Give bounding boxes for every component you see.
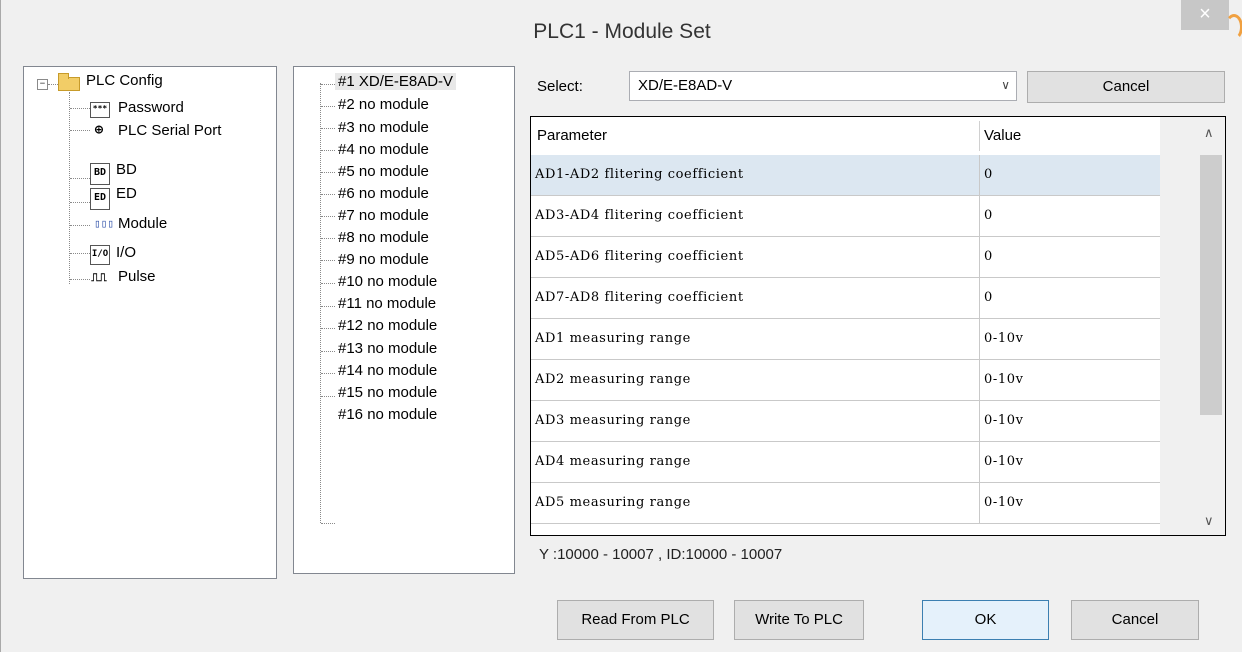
tree-item-password[interactable]: Password <box>118 99 184 116</box>
parameter-cell: AD5-AD6 flitering coefficient <box>535 249 744 264</box>
module-icon: ▯▯▯ <box>94 217 114 232</box>
module-slot-item[interactable]: #16 no module <box>338 406 437 423</box>
scrollbar-thumb[interactable] <box>1200 155 1222 415</box>
window-title: PLC1 - Module Set <box>533 20 711 43</box>
value-cell[interactable]: 0 <box>984 249 993 264</box>
tree-item-bd[interactable]: BD <box>116 161 137 178</box>
value-cell[interactable]: 0 <box>984 167 993 182</box>
grid-row[interactable]: AD4 measuring range 0-10v <box>531 442 1160 483</box>
module-slot-item[interactable]: #2 no module <box>338 96 429 113</box>
serial-port-icon: ⊕ <box>90 123 108 138</box>
close-icon: × <box>1199 3 1211 25</box>
module-set-dialog: PLC1 - Module Set × − PLC Config *** Pas… <box>0 0 1242 652</box>
close-button[interactable]: × <box>1181 0 1229 30</box>
parameter-cell: AD5 measuring range <box>535 495 691 510</box>
chevron-down-icon: ∨ <box>1001 78 1010 92</box>
module-slot-item[interactable]: #10 no module <box>338 273 437 290</box>
value-cell[interactable]: 0 <box>984 290 993 305</box>
grid-row[interactable]: AD5-AD6 flitering coefficient 0 <box>531 237 1160 278</box>
parameter-cell: AD7-AD8 flitering coefficient <box>535 290 744 305</box>
grid-row[interactable]: AD7-AD8 flitering coefficient 0 <box>531 278 1160 319</box>
scroll-down-icon[interactable]: ∨ <box>1204 513 1214 529</box>
value-cell[interactable]: 0 <box>984 208 993 223</box>
tree-item-pulse[interactable]: Pulse <box>118 268 156 285</box>
parameter-cell: AD2 measuring range <box>535 372 691 387</box>
parameter-cell: AD1-AD2 flitering coefficient <box>535 167 744 182</box>
module-slot-item[interactable]: #6 no module <box>338 185 429 202</box>
parameter-cell: AD1 measuring range <box>535 331 691 346</box>
grid-row[interactable]: AD3-AD4 flitering coefficient 0 <box>531 196 1160 237</box>
cancel-button[interactable]: Cancel <box>1071 600 1199 640</box>
module-slot-item[interactable]: #4 no module <box>338 141 429 158</box>
column-header-parameter[interactable]: Parameter <box>537 127 607 144</box>
bd-icon: BD <box>90 163 110 185</box>
tree-item-ed[interactable]: ED <box>116 185 137 202</box>
config-tree: − PLC Config *** Password ⊕ PLC Serial P… <box>23 66 277 579</box>
module-slot-item[interactable]: #8 no module <box>338 229 429 246</box>
ed-icon: ED <box>90 188 110 210</box>
tree-item-module[interactable]: Module <box>118 215 167 232</box>
vertical-scrollbar[interactable]: ∧ ∨ <box>1198 117 1225 535</box>
collapse-icon[interactable]: − <box>37 79 48 90</box>
tree-root-plc-config[interactable]: PLC Config <box>86 72 163 89</box>
parameter-cell: AD3 measuring range <box>535 413 691 428</box>
cancel-select-button[interactable]: Cancel <box>1027 71 1225 103</box>
grid-row[interactable]: AD2 measuring range 0-10v <box>531 360 1160 401</box>
corner-decoration <box>1225 14 1242 40</box>
grid-header: Parameter Value <box>531 117 1160 156</box>
value-cell[interactable]: 0-10v <box>984 331 1024 346</box>
value-cell[interactable]: 0-10v <box>984 454 1024 469</box>
module-type-select[interactable]: XD/E-E8AD-V ∨ <box>629 71 1017 101</box>
module-slot-item[interactable]: #7 no module <box>338 207 429 224</box>
module-type-value: XD/E-E8AD-V <box>638 77 733 94</box>
tree-item-io[interactable]: I/O <box>116 244 136 261</box>
folder-icon <box>58 73 80 91</box>
io-icon: I/O <box>90 245 110 265</box>
value-cell[interactable]: 0-10v <box>984 413 1024 428</box>
module-slot-item[interactable]: #11 no module <box>338 295 436 312</box>
module-slot-item[interactable]: #12 no module <box>338 317 437 334</box>
column-header-value[interactable]: Value <box>984 127 1021 144</box>
parameter-cell: AD3-AD4 flitering coefficient <box>535 208 744 223</box>
pulse-icon: ⎍⎍ <box>90 271 108 286</box>
scroll-up-icon[interactable]: ∧ <box>1204 125 1214 141</box>
tree-item-plc-serial-port[interactable]: PLC Serial Port <box>118 122 221 139</box>
read-from-plc-button[interactable]: Read From PLC <box>557 600 714 640</box>
ok-button[interactable]: OK <box>922 600 1049 640</box>
grid-row[interactable]: AD1 measuring range 0-10v <box>531 319 1160 360</box>
parameter-grid: Parameter Value AD1-AD2 flitering coeffi… <box>530 116 1226 536</box>
grid-row[interactable]: AD5 measuring range 0-10v <box>531 483 1160 524</box>
module-slot-item[interactable]: #9 no module <box>338 251 429 268</box>
select-label: Select: <box>537 78 583 95</box>
grid-row[interactable]: AD3 measuring range 0-10v <box>531 401 1160 442</box>
module-slot-list: #1 XD/E-E8AD-V #2 no module #3 no module… <box>293 66 515 574</box>
grid-row[interactable]: AD1-AD2 flitering coefficient 0 <box>531 155 1160 196</box>
address-range-status: Y :10000 - 10007 , ID:10000 - 10007 <box>539 546 783 563</box>
value-cell[interactable]: 0-10v <box>984 495 1024 510</box>
password-icon: *** <box>90 102 110 118</box>
module-slot-item[interactable]: #14 no module <box>338 362 437 379</box>
title-bar: PLC1 - Module Set × <box>1 0 1242 58</box>
module-slot-item[interactable]: #13 no module <box>338 340 437 357</box>
value-cell[interactable]: 0-10v <box>984 372 1024 387</box>
module-slot-item[interactable]: #1 XD/E-E8AD-V <box>335 73 457 90</box>
write-to-plc-button[interactable]: Write To PLC <box>734 600 864 640</box>
module-slot-item[interactable]: #3 no module <box>338 119 429 136</box>
module-slot-item[interactable]: #15 no module <box>338 384 437 401</box>
module-slot-item[interactable]: #5 no module <box>338 163 429 180</box>
parameter-cell: AD4 measuring range <box>535 454 691 469</box>
